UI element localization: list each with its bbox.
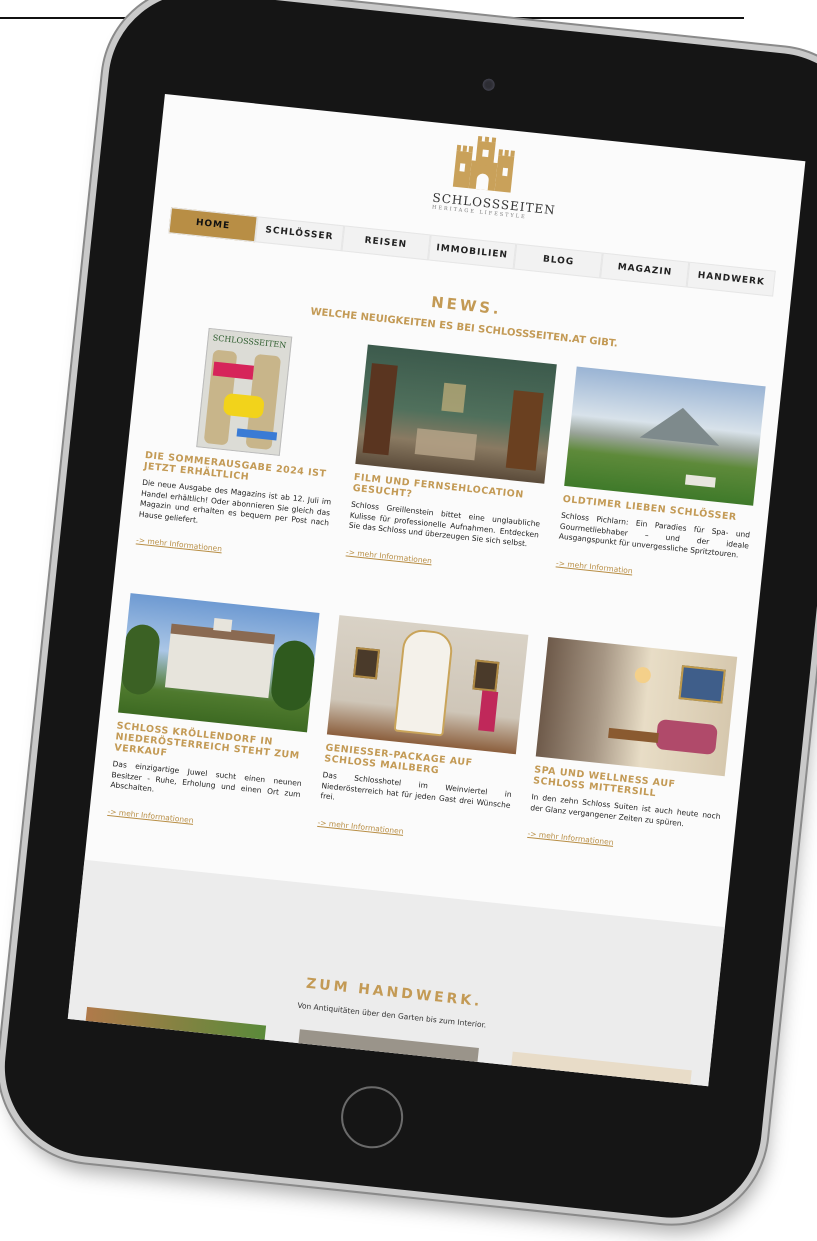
news-card: GENIESSER-PACKAGE AUF SCHLOSS MAILBERG D… — [317, 615, 529, 848]
nav-item-handwerk[interactable]: HANDWERK — [686, 261, 776, 297]
magazine-cover-image[interactable]: SCHLOSSSEITEN — [146, 323, 348, 462]
handwerk-thumbnail[interactable] — [509, 1051, 692, 1087]
handwerk-thumbnail[interactable] — [296, 1029, 479, 1078]
camera-icon — [482, 78, 496, 92]
news-card: SCHLOSSSEITEN DIE SOMMERAUSGABE 2024 IST… — [135, 323, 347, 567]
news-card: SPA UND WELLNESS AUF SCHLOSS MITTERSILL … — [527, 637, 738, 860]
more-info-link[interactable]: -> mehr Informationen — [527, 829, 614, 847]
handwerk-section: ZUM HANDWERK. Von Antiquitäten über den … — [67, 859, 725, 1087]
suite-room-image[interactable] — [535, 637, 738, 777]
handwerk-thumbnail[interactable] — [83, 1006, 267, 1056]
nav-item-reisen[interactable]: REISEN — [341, 225, 431, 261]
castle-exterior-image[interactable] — [118, 593, 320, 733]
more-info-link[interactable]: -> mehr Informationen — [107, 806, 194, 824]
more-info-link[interactable]: -> mehr Informationen — [346, 547, 433, 565]
more-info-link[interactable]: -> mehr Information — [556, 558, 633, 575]
nav-item-immobilien[interactable]: IMMOBILIEN — [427, 234, 517, 270]
nav-item-schloesser[interactable]: SCHLÖSSER — [254, 216, 344, 252]
news-card: OLDTIMER LIEBEN SCHLÖSSER Schloss Pichla… — [555, 366, 766, 589]
home-button[interactable] — [338, 1083, 407, 1152]
tablet-device: SCHLOSSSEITEN HERITAGE LIFESTYLE HOME SC… — [0, 0, 817, 1227]
magazine-cover-title: SCHLOSSSEITEN — [212, 333, 287, 350]
site-logo[interactable]: SCHLOSSSEITEN HERITAGE LIFESTYLE — [431, 131, 556, 221]
news-card: SCHLOSS KRÖLLENDORF IN NIEDERÖSTERREICH … — [107, 593, 320, 837]
tiled-stove-room-image[interactable] — [326, 615, 529, 755]
nav-item-home[interactable]: HOME — [168, 207, 258, 243]
landscape-image[interactable] — [564, 366, 766, 506]
castle-logo-icon — [452, 135, 515, 193]
more-info-link[interactable]: -> mehr Informationen — [136, 535, 223, 553]
nav-item-blog[interactable]: BLOG — [513, 243, 604, 279]
website-screen: SCHLOSSSEITEN HERITAGE LIFESTYLE HOME SC… — [67, 93, 806, 1087]
news-card: FILM UND FERNSEHLOCATION GESUCHT? Schlos… — [345, 344, 557, 578]
nav-item-magazin[interactable]: MAGAZIN — [600, 252, 690, 288]
more-info-link[interactable]: -> mehr Informationen — [317, 817, 404, 835]
castle-interior-image[interactable] — [355, 344, 557, 484]
